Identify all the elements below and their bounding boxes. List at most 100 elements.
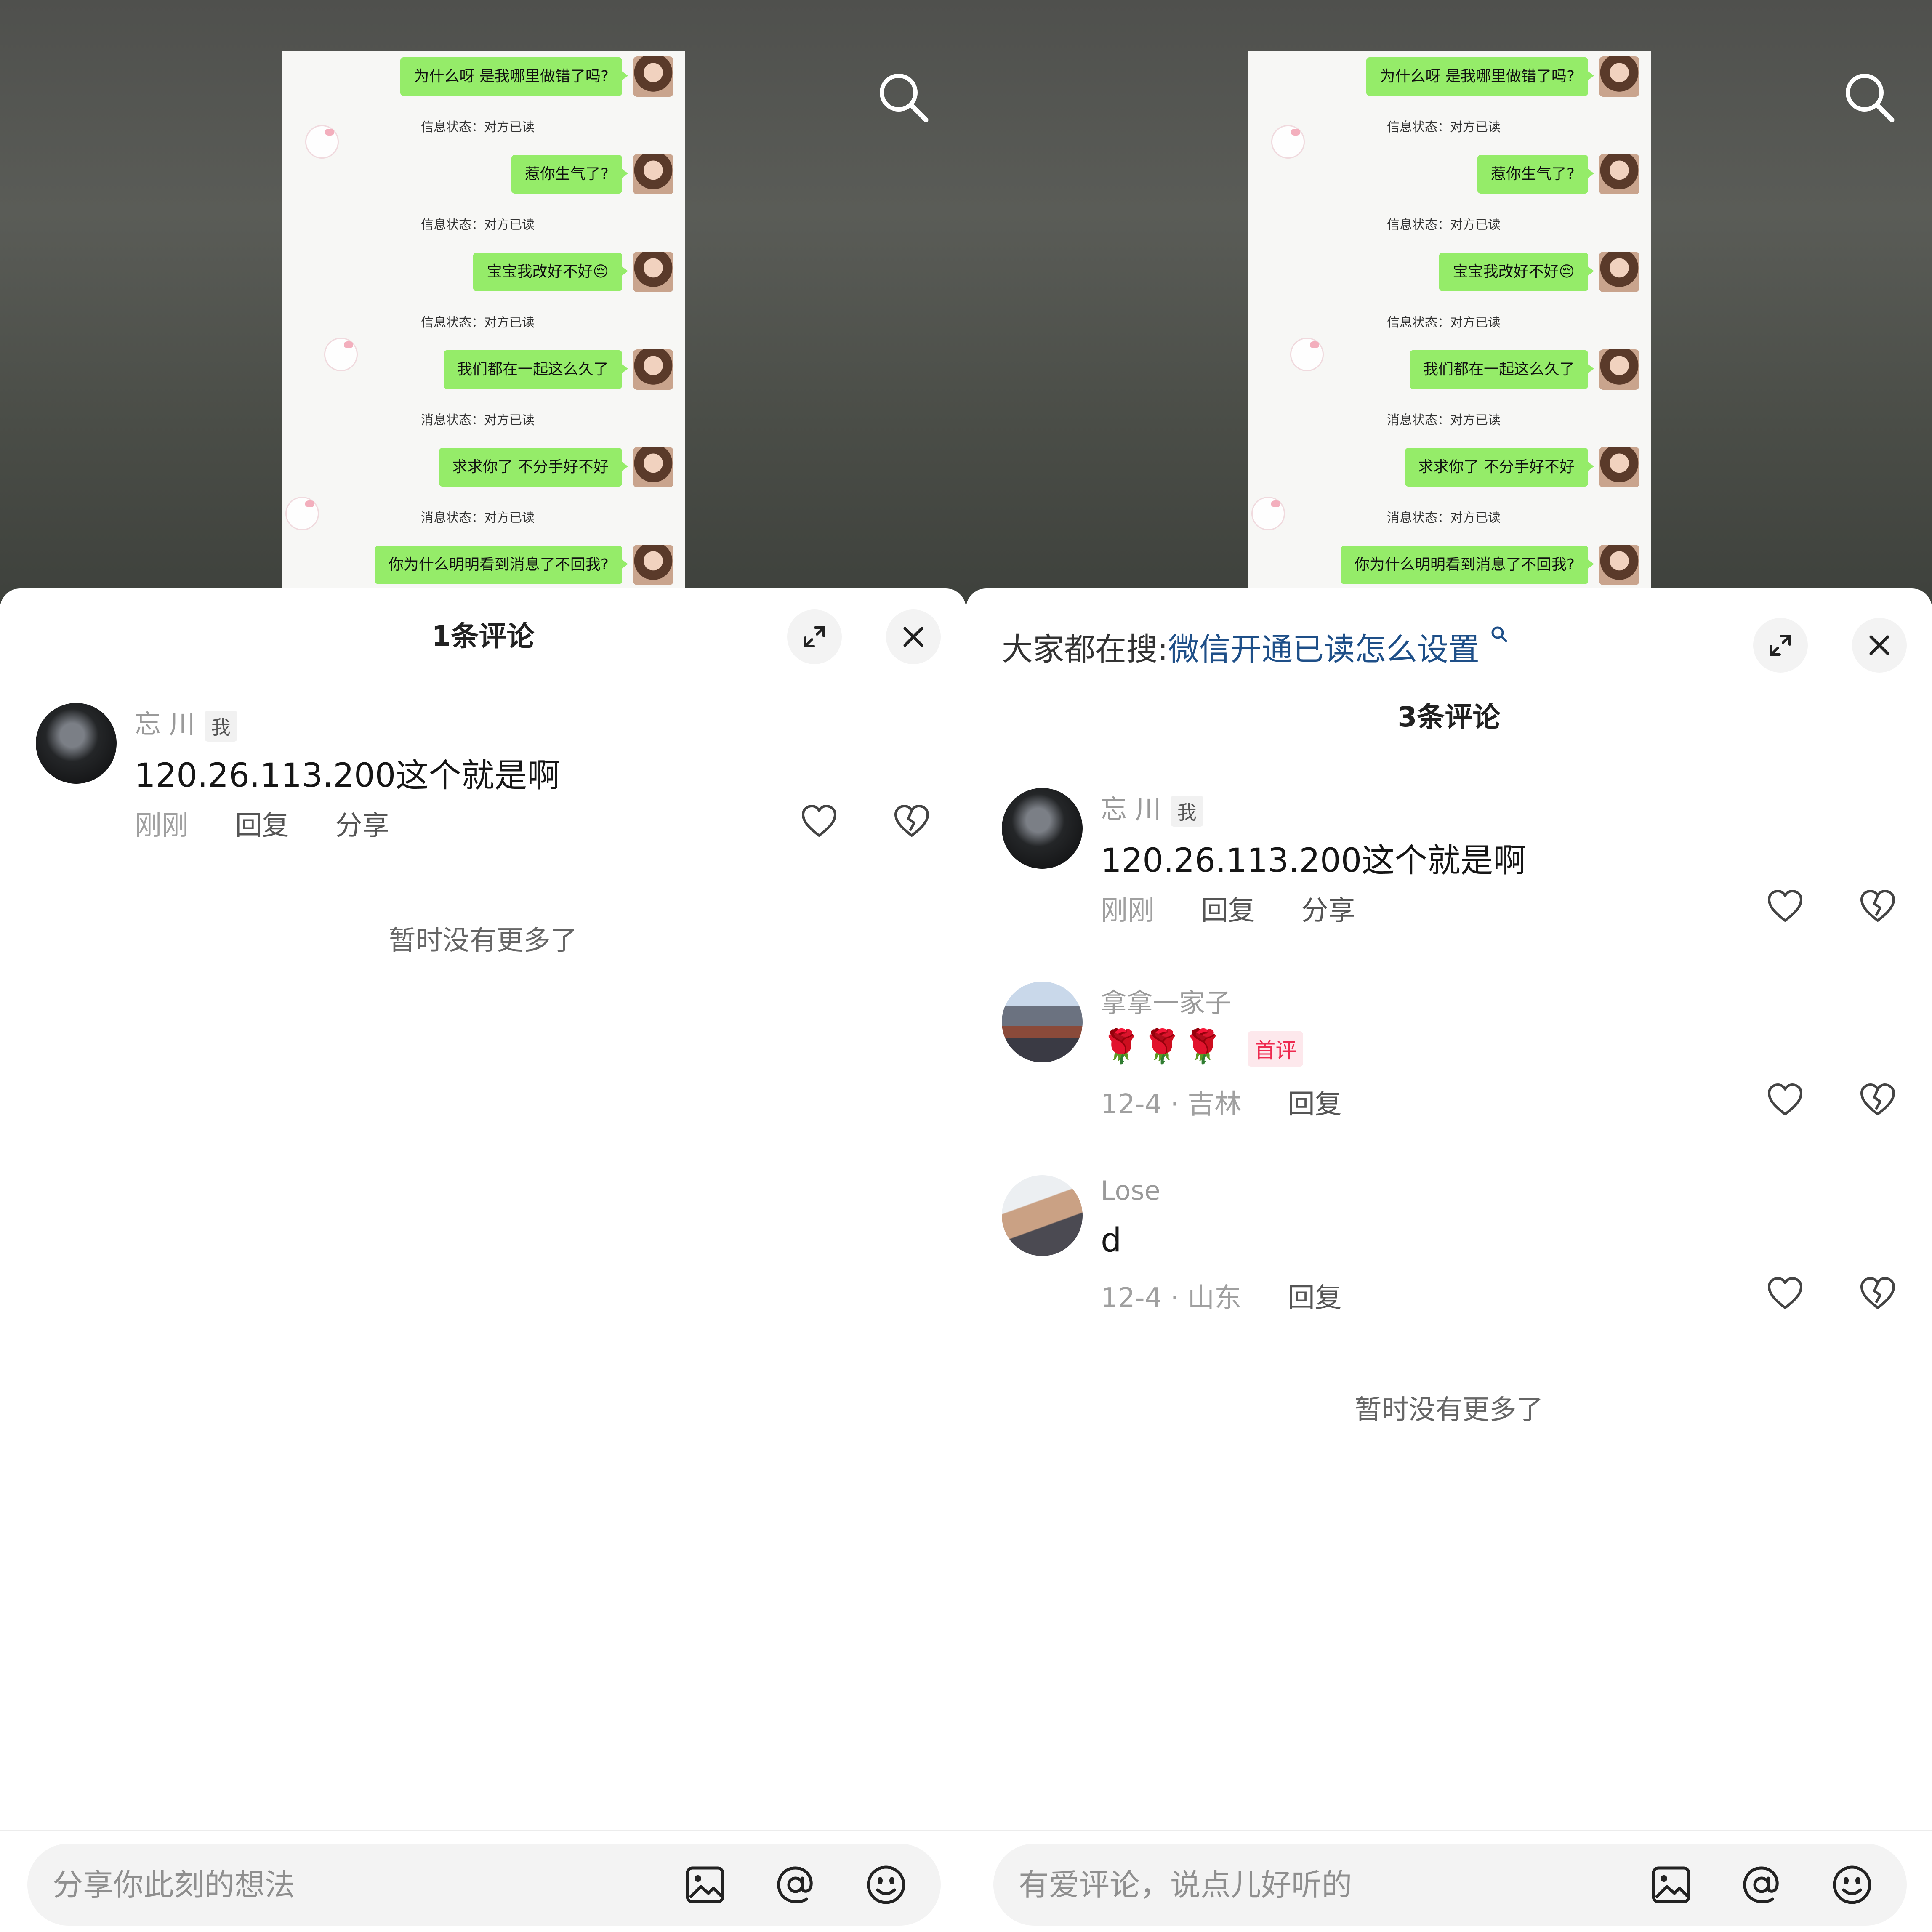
share-button[interactable]: 分享 — [1301, 895, 1355, 926]
username[interactable]: 忘 川 — [1101, 794, 1161, 825]
emoji-icon[interactable] — [865, 1864, 907, 1906]
comment-meta: 刚刚 回复 分享 — [1101, 889, 1393, 928]
comment-item: 忘 川我 120.26.113.200这个就是啊 刚刚 回复 分享 — [0, 703, 966, 871]
comment-meta: 刚刚 回复 分享 — [135, 804, 427, 843]
chat-avatar — [1599, 154, 1639, 194]
comment-time: 刚刚 — [135, 810, 189, 841]
chat-avatar — [1599, 349, 1639, 390]
heart-icon[interactable] — [1766, 1274, 1804, 1313]
comment-text[interactable]: 120.26.113.200这个就是啊 — [1101, 834, 1526, 881]
reply-button[interactable]: 回复 — [1288, 1089, 1342, 1120]
chat-avatar — [1599, 545, 1639, 585]
chat-message: 我们都在一起这么久了 — [1409, 349, 1639, 390]
heart-icon[interactable] — [1766, 887, 1804, 926]
reply-button[interactable]: 回复 — [1201, 895, 1255, 926]
read-status: 消息状态：对方已读 — [421, 511, 535, 525]
comment-input-bar[interactable] — [993, 1844, 1907, 1926]
comment-time: 12-4 · 山东 — [1101, 1283, 1242, 1314]
comment-username[interactable]: 忘 川我 — [135, 703, 237, 742]
comment-count-title: 3条评论 — [1397, 701, 1501, 733]
chat-bubble: 宝宝我改好不好😔 — [473, 253, 628, 291]
chat-message: 惹你生气了? — [511, 154, 673, 194]
username[interactable]: 忘 川 — [135, 709, 195, 740]
read-status: 信息状态：对方已读 — [421, 120, 535, 135]
share-button[interactable]: 分享 — [335, 810, 389, 841]
trending-search-link[interactable]: 微信开通已读怎么设置 — [1168, 631, 1480, 668]
video-area[interactable]: 为什么呀 是我哪里做错了吗? 信息状态：对方已读 惹你生气了? 信息状态：对方已… — [966, 0, 1932, 606]
me-tag: 我 — [1170, 795, 1203, 827]
at-icon[interactable] — [1740, 1864, 1783, 1906]
trending-search-prefix: 大家都在搜: — [1002, 631, 1168, 668]
chat-avatar — [633, 56, 673, 97]
chat-message: 为什么呀 是我哪里做错了吗? — [400, 56, 673, 97]
comment-username[interactable]: Lose — [1101, 1175, 1160, 1206]
chat-message: 宝宝我改好不好😔 — [473, 252, 673, 292]
chat-screenshot: 为什么呀 是我哪里做错了吗? 信息状态：对方已读 惹你生气了? 信息状态：对方已… — [282, 51, 685, 606]
broken-heart-icon[interactable] — [1858, 887, 1897, 926]
me-tag: 我 — [204, 710, 237, 742]
first-comment-badge: 首评 — [1248, 1031, 1304, 1067]
close-icon[interactable] — [1852, 618, 1907, 673]
expand-icon[interactable] — [1753, 618, 1808, 673]
chat-message: 你为什么明明看到消息了不回我? — [375, 545, 673, 585]
chat-bubble: 宝宝我改好不好😔 — [1439, 253, 1594, 291]
read-status: 信息状态：对方已读 — [421, 218, 535, 232]
comment-username[interactable]: 忘 川我 — [1101, 788, 1203, 827]
no-more-text: 暂时没有更多了 — [1355, 1394, 1543, 1426]
chat-message: 为什么呀 是我哪里做错了吗? — [1366, 56, 1639, 97]
video-area[interactable]: 为什么呀 是我哪里做错了吗? 信息状态：对方已读 惹你生气了? 信息状态：对方已… — [0, 0, 966, 606]
comment-item: Lose d 12-4 · 山东 回复 — [966, 1175, 1932, 1344]
chat-bubble: 惹你生气了? — [1477, 155, 1594, 194]
rose-emoji: 🌹🌹🌹 — [1101, 1028, 1224, 1066]
comment-text[interactable]: 🌹🌹🌹 首评 — [1101, 1028, 1304, 1067]
close-icon[interactable] — [886, 609, 941, 664]
chat-avatar — [1599, 447, 1639, 487]
heart-icon[interactable] — [800, 802, 838, 841]
chat-bubble: 为什么呀 是我哪里做错了吗? — [400, 57, 628, 96]
read-status: 信息状态：对方已读 — [421, 315, 535, 330]
chat-bubble: 我们都在一起这么久了 — [443, 350, 628, 389]
comment-text[interactable]: d — [1101, 1221, 1122, 1259]
chat-bubble: 惹你生气了? — [511, 155, 628, 194]
comment-input[interactable] — [53, 1860, 621, 1909]
chat-avatar — [1599, 56, 1639, 97]
comment-text[interactable]: 120.26.113.200这个就是啊 — [135, 749, 560, 796]
comment-input-bar[interactable] — [27, 1844, 941, 1926]
image-icon[interactable] — [684, 1864, 726, 1906]
trending-search[interactable]: 大家都在搜:微信开通已读怎么设置 — [1002, 624, 1509, 669]
comment-meta: 12-4 · 山东 回复 — [1101, 1276, 1380, 1315]
comment-sheet: 1条评论 忘 川我 120.26.113.200这个就是啊 刚刚 回复 分享 暂… — [0, 588, 966, 1932]
broken-heart-icon[interactable] — [1858, 1080, 1897, 1119]
right-panel: 为什么呀 是我哪里做错了吗? 信息状态：对方已读 惹你生气了? 信息状态：对方已… — [966, 0, 1932, 1932]
chat-bubble: 你为什么明明看到消息了不回我? — [375, 546, 628, 584]
reply-button[interactable]: 回复 — [235, 810, 289, 841]
read-status: 信息状态：对方已读 — [1387, 315, 1501, 330]
avatar[interactable] — [36, 703, 117, 784]
read-status: 消息状态：对方已读 — [1387, 511, 1501, 525]
heart-icon[interactable] — [1766, 1080, 1804, 1119]
at-icon[interactable] — [774, 1864, 817, 1906]
reply-button[interactable]: 回复 — [1288, 1283, 1342, 1314]
broken-heart-icon[interactable] — [892, 802, 931, 841]
no-more-text: 暂时没有更多了 — [389, 925, 577, 956]
emoji-icon[interactable] — [1831, 1864, 1873, 1906]
chat-screenshot: 为什么呀 是我哪里做错了吗? 信息状态：对方已读 惹你生气了? 信息状态：对方已… — [1248, 51, 1651, 606]
image-icon[interactable] — [1650, 1864, 1692, 1906]
avatar[interactable] — [1002, 982, 1083, 1062]
chat-message: 宝宝我改好不好😔 — [1439, 252, 1639, 292]
comment-username[interactable]: 拿拿一家子 — [1101, 982, 1231, 1019]
search-icon[interactable] — [1842, 69, 1896, 124]
chat-bubble: 求求你了 不分手好不好 — [439, 448, 628, 487]
comment-item: 忘 川我 120.26.113.200这个就是啊 刚刚 回复 分享 — [966, 788, 1932, 956]
chat-message: 求求你了 不分手好不好 — [439, 447, 673, 487]
chat-message: 求求你了 不分手好不好 — [1405, 447, 1639, 487]
broken-heart-icon[interactable] — [1858, 1274, 1897, 1313]
comment-sheet: 大家都在搜:微信开通已读怎么设置 3条评论 忘 川我 120.26.113.20… — [966, 588, 1932, 1932]
avatar[interactable] — [1002, 1175, 1083, 1256]
comment-input[interactable] — [1019, 1860, 1587, 1909]
comment-meta: 12-4 · 吉林 回复 — [1101, 1083, 1380, 1121]
left-panel: 为什么呀 是我哪里做错了吗? 信息状态：对方已读 惹你生气了? 信息状态：对方已… — [0, 0, 966, 1932]
expand-icon[interactable] — [787, 609, 842, 664]
search-icon[interactable] — [876, 69, 930, 124]
avatar[interactable] — [1002, 788, 1083, 869]
